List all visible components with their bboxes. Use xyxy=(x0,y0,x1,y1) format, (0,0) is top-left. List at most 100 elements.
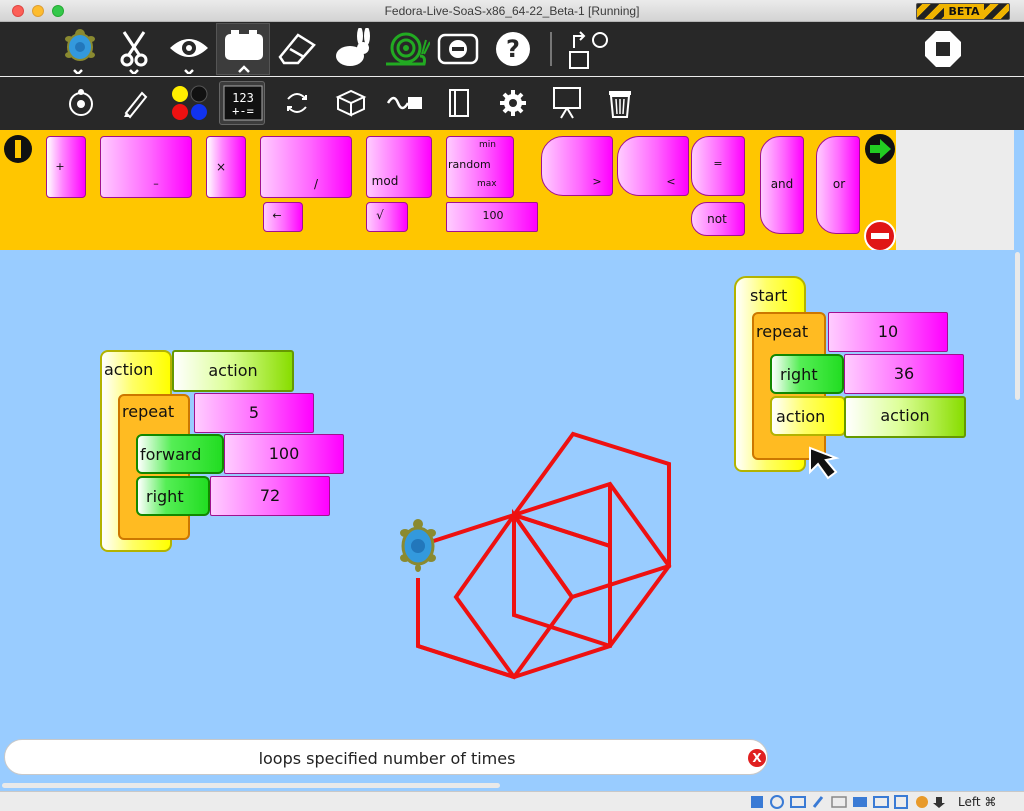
palette-toggle-icon xyxy=(225,30,263,73)
number-value-block[interactable]: 100 xyxy=(446,202,538,232)
pen-palette-icon[interactable] xyxy=(120,87,150,119)
palette-toggle-button[interactable] xyxy=(216,23,270,75)
shared-folder-icon xyxy=(831,796,847,808)
forward-value-block[interactable]: 100 xyxy=(224,434,344,474)
repeat-count-block[interactable]: 5 xyxy=(194,393,314,433)
turtle-palette-icon[interactable] xyxy=(66,87,96,119)
random-block[interactable]: min random max xyxy=(446,136,514,198)
greater-block[interactable]: > xyxy=(541,136,613,196)
action-name-label: action xyxy=(208,361,258,380)
eraser-icon[interactable] xyxy=(276,31,318,67)
vertical-scroll-thumb[interactable] xyxy=(1015,252,1020,400)
beta-badge-label: BETA xyxy=(944,4,984,19)
palette-toolbar: 123 +-= xyxy=(0,77,1024,130)
network-icon xyxy=(790,796,806,808)
number-value-label: 100 xyxy=(482,209,504,222)
action-call-name-label: action xyxy=(880,406,930,425)
action-call-block[interactable]: action xyxy=(770,396,846,436)
turtle-canvas[interactable]: action action repeat 5 forward 100 right… xyxy=(0,250,1014,781)
forward-value-label: 100 xyxy=(268,444,300,463)
less-label: < xyxy=(666,175,676,188)
plus-block[interactable]: + xyxy=(46,136,86,198)
presentation-palette-icon[interactable] xyxy=(550,85,584,121)
mod-block[interactable]: mod xyxy=(366,136,432,198)
vm-status-bar: Left ⌘ xyxy=(0,791,1024,811)
settings-gear-icon[interactable] xyxy=(498,87,528,119)
stop-icon[interactable] xyxy=(924,30,962,68)
minus-block[interactable]: – xyxy=(100,136,192,198)
svg-text:?: ? xyxy=(506,35,520,63)
svg-text:+-=: +-= xyxy=(232,104,254,118)
rabbit-run-icon[interactable] xyxy=(330,28,374,72)
flow-palette-icon[interactable] xyxy=(282,87,312,119)
action-call-name-block[interactable]: action xyxy=(844,396,966,438)
not-block[interactable]: not xyxy=(691,202,745,236)
times-block[interactable]: × xyxy=(206,136,246,198)
cut-icon[interactable] xyxy=(118,30,150,74)
or-block[interactable]: or xyxy=(816,136,860,234)
cpu-icon xyxy=(894,795,908,809)
equal-block[interactable]: = xyxy=(691,136,745,196)
media-palette-icon[interactable] xyxy=(446,87,472,119)
right-block[interactable]: right xyxy=(136,476,210,516)
window-titlebar: Fedora-Live-SoaS-x86_64-22_Beta-1 [Runni… xyxy=(0,0,1024,22)
action-define-label: action xyxy=(104,360,154,379)
numbers-palette-icon: 123 +-= xyxy=(223,85,263,121)
palette-orientation-icon[interactable] xyxy=(3,134,33,164)
turtle-sprite-icon[interactable] xyxy=(398,518,438,572)
sqrt-label: √ xyxy=(376,208,384,222)
forward-label: forward xyxy=(140,445,202,464)
horizontal-scroll-thumb[interactable] xyxy=(2,783,500,788)
window-title: Fedora-Live-SoaS-x86_64-22_Beta-1 [Runni… xyxy=(384,4,640,18)
step-icon[interactable] xyxy=(436,32,480,66)
vertical-scrollbar[interactable] xyxy=(1014,130,1024,791)
start-right-label: right xyxy=(780,365,818,384)
random-label: random xyxy=(448,158,491,171)
not-label: not xyxy=(707,212,727,226)
beta-badge: BETA xyxy=(916,3,1010,20)
video-capture-icon xyxy=(873,796,889,808)
display-icon xyxy=(853,797,867,807)
snail-run-icon[interactable] xyxy=(382,26,430,72)
greater-label: > xyxy=(592,175,602,188)
help-text: loops specified number of times xyxy=(258,749,516,768)
host-key-label: Left ⌘ xyxy=(958,795,997,809)
palette-next-arrow-icon[interactable] xyxy=(864,133,896,165)
minus-label: – xyxy=(153,177,159,190)
repeat-label: repeat xyxy=(122,402,175,421)
and-block[interactable]: and xyxy=(760,136,804,234)
sensors-palette-icon[interactable] xyxy=(386,89,426,117)
mouse-pointer-icon xyxy=(809,446,840,480)
less-block[interactable]: < xyxy=(617,136,689,196)
help-close-button[interactable]: X xyxy=(748,749,766,767)
help-icon[interactable]: ? xyxy=(494,30,532,68)
hard-disk-icon xyxy=(751,796,763,808)
start-right-value-block[interactable]: 36 xyxy=(844,354,964,394)
colors-palette-icon[interactable] xyxy=(170,85,210,121)
numbers-palette-button[interactable]: 123 +-= xyxy=(219,81,265,125)
turtle-menu-icon[interactable] xyxy=(62,28,98,74)
right-value-block[interactable]: 72 xyxy=(210,476,330,516)
sqrt-block[interactable]: √ xyxy=(366,202,408,232)
forward-block[interactable]: forward xyxy=(136,434,224,474)
and-label: and xyxy=(770,177,794,191)
or-label: or xyxy=(832,177,846,191)
start-repeat-count-block[interactable]: 10 xyxy=(828,312,948,352)
trash-icon[interactable] xyxy=(606,86,634,120)
repeat-count-label: 5 xyxy=(248,403,260,422)
boxes-palette-icon[interactable] xyxy=(334,87,368,119)
divide-block[interactable]: / xyxy=(260,136,352,198)
keyboard-capture-icon xyxy=(933,797,945,808)
identity-block[interactable]: ← xyxy=(263,202,303,232)
load-plugin-icon[interactable] xyxy=(566,26,612,72)
action-name-block[interactable]: action xyxy=(172,350,294,392)
palette-remove-icon[interactable] xyxy=(864,220,896,252)
start-label: start xyxy=(750,286,788,305)
action-call-label: action xyxy=(776,407,826,426)
view-eye-icon[interactable] xyxy=(168,30,210,74)
start-repeat-count-label: 10 xyxy=(877,322,899,341)
random-min-label: min xyxy=(479,140,496,150)
random-max-label: max xyxy=(477,179,497,189)
start-right-block[interactable]: right xyxy=(770,354,844,394)
toolbar-separator xyxy=(550,32,552,66)
